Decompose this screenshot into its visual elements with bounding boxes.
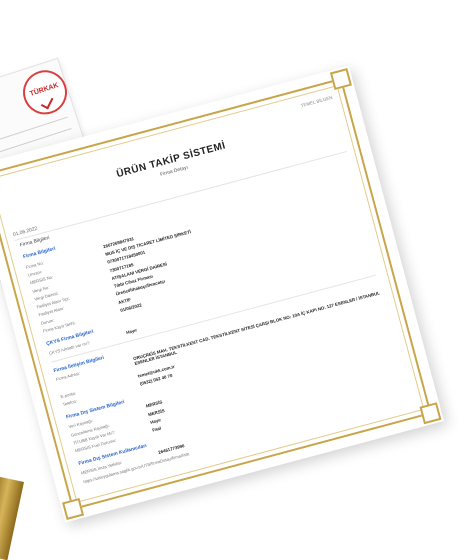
certification-seal: TÜRKAK — [17, 64, 73, 121]
corner-ornament — [419, 402, 442, 425]
corner-ornament — [329, 67, 352, 91]
gold-frame-edge — [0, 475, 24, 560]
check-icon — [40, 95, 54, 110]
